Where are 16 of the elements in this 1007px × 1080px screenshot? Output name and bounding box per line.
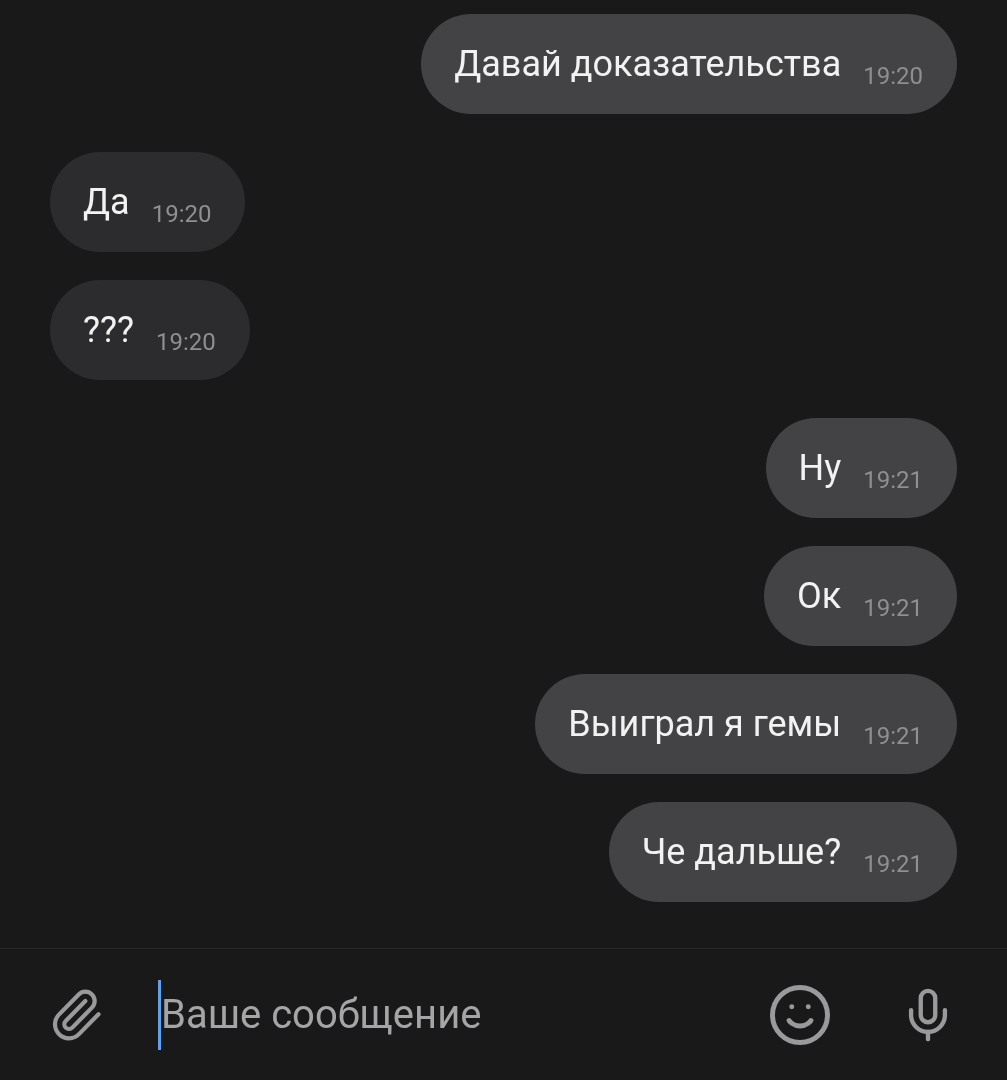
message-text: Ну bbox=[798, 450, 842, 486]
message-time: 19:21 bbox=[863, 852, 923, 876]
message-text: Давай доказательства bbox=[454, 46, 842, 82]
message-input[interactable]: Ваше сообщение bbox=[161, 984, 767, 1045]
message-text: ??? bbox=[83, 312, 135, 348]
message-time: 19:21 bbox=[863, 596, 923, 620]
message-text: Ок bbox=[797, 578, 842, 614]
text-cursor bbox=[158, 979, 161, 1050]
message-text: Да bbox=[83, 184, 130, 220]
message-time: 19:20 bbox=[151, 202, 212, 226]
message-time: 19:20 bbox=[863, 64, 923, 88]
message-time: 19:21 bbox=[863, 468, 923, 492]
message-time: 19:21 bbox=[863, 724, 923, 748]
message-text: Выиграл я гемы bbox=[568, 706, 842, 742]
message-text: Че дальше? bbox=[641, 834, 842, 870]
message-time: 19:20 bbox=[156, 330, 216, 354]
